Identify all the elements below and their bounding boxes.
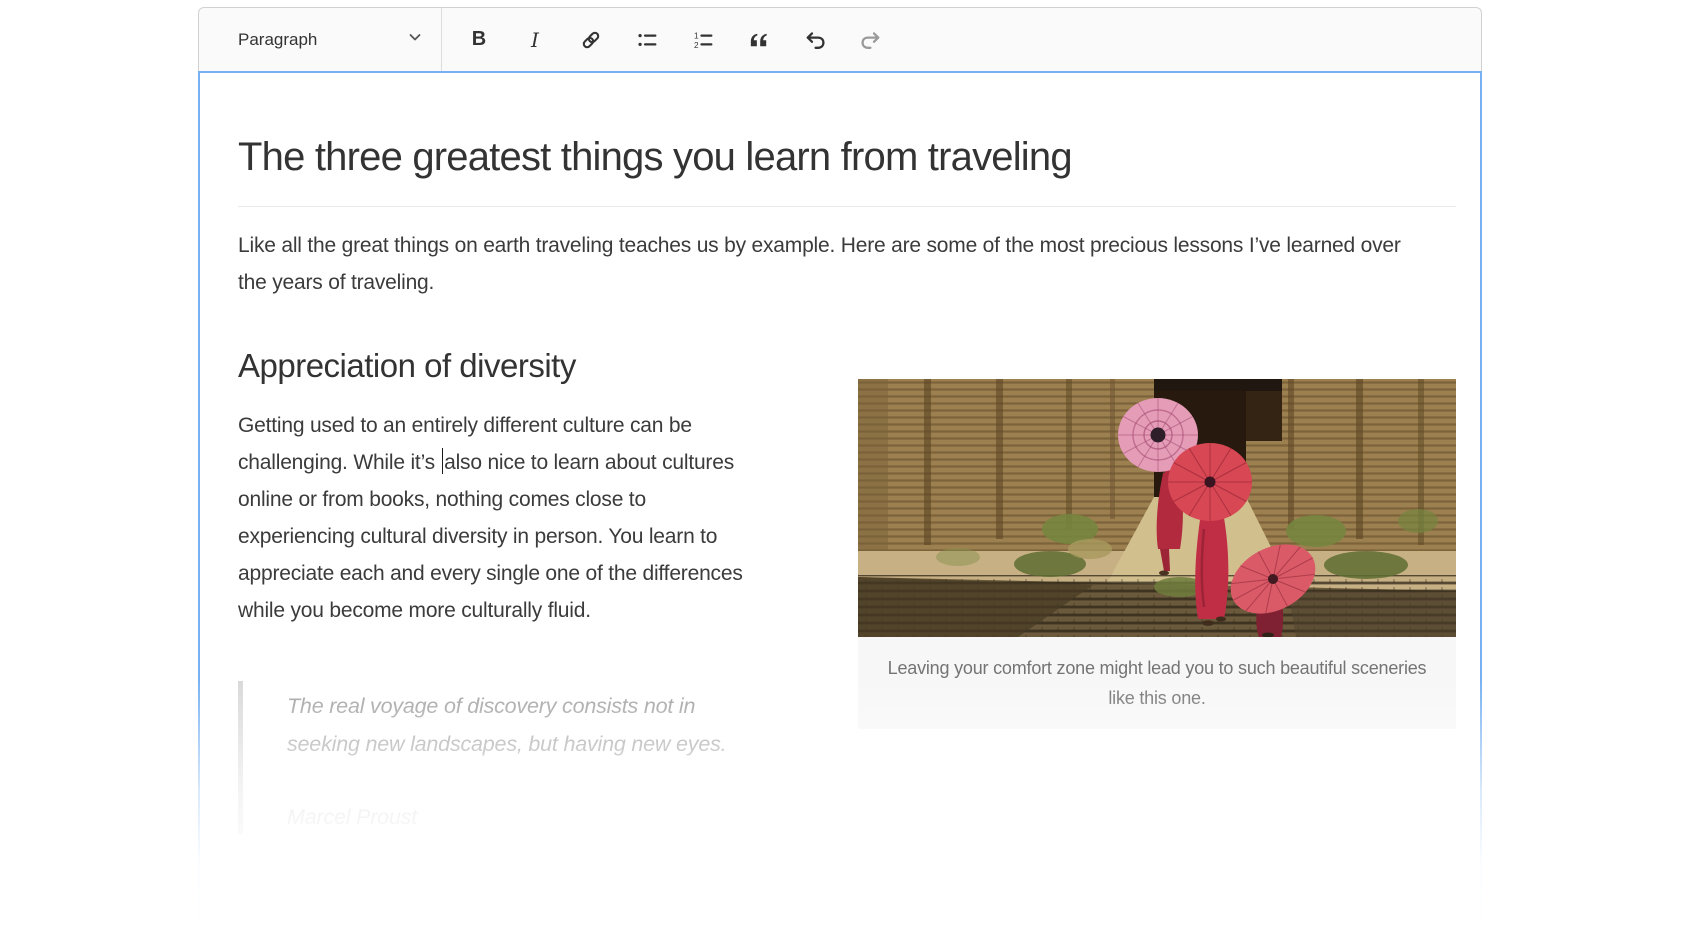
numbered-list-button[interactable]: 1 2 <box>680 19 726 61</box>
diversity-section: Leaving your comfort zone might lead you… <box>238 347 1456 834</box>
heading-dropdown-value: Paragraph <box>238 30 317 50</box>
link-button[interactable] <box>568 19 614 61</box>
redo-icon <box>859 28 883 52</box>
bold-icon: B <box>472 28 486 51</box>
editor-toolbar: Paragraph B I <box>198 7 1482 71</box>
quote-text[interactable]: The real voyage of discovery consists no… <box>287 687 747 763</box>
toolbar-buttons: B I <box>456 19 894 61</box>
link-icon <box>580 29 602 51</box>
undo-button[interactable] <box>792 19 838 61</box>
rich-text-editor: Paragraph B I <box>198 7 1482 928</box>
travel-photo-figure[interactable]: Leaving your comfort zone might lead you… <box>858 379 1456 729</box>
block-quote-button[interactable] <box>736 19 782 61</box>
heading-dropdown[interactable]: Paragraph <box>211 8 441 72</box>
text-cursor-caret <box>442 448 444 474</box>
image-caption[interactable]: Leaving your comfort zone might lead you… <box>858 637 1456 729</box>
red-umbrella <box>1168 443 1252 521</box>
editable-area[interactable]: The three greatest things you learn from… <box>198 71 1482 928</box>
svg-text:1: 1 <box>694 31 699 40</box>
undo-icon <box>803 28 827 52</box>
bold-button[interactable]: B <box>456 19 502 61</box>
document-title[interactable]: The three greatest things you learn from… <box>238 135 1456 207</box>
italic-icon: I <box>531 28 539 52</box>
bulleted-list-button[interactable] <box>624 19 670 61</box>
intro-paragraph[interactable]: Like all the great things on earth trave… <box>238 227 1428 301</box>
block-quote-icon <box>747 28 771 52</box>
italic-button[interactable]: I <box>512 19 558 61</box>
toolbar-divider <box>441 8 442 71</box>
svg-text:2: 2 <box>694 41 699 50</box>
quote-attribution[interactable]: Marcel Proust <box>287 805 1456 830</box>
body-paragraph[interactable]: Getting used to an entirely different cu… <box>238 407 768 629</box>
chevron-down-icon <box>405 27 425 52</box>
monks-umbrellas-photo[interactable] <box>858 379 1456 637</box>
numbered-list-icon: 1 2 <box>692 29 714 51</box>
body-text-after-caret: also nice to learn about cultures online… <box>238 451 743 622</box>
bulleted-list-icon <box>636 29 658 51</box>
redo-button[interactable] <box>848 19 894 61</box>
